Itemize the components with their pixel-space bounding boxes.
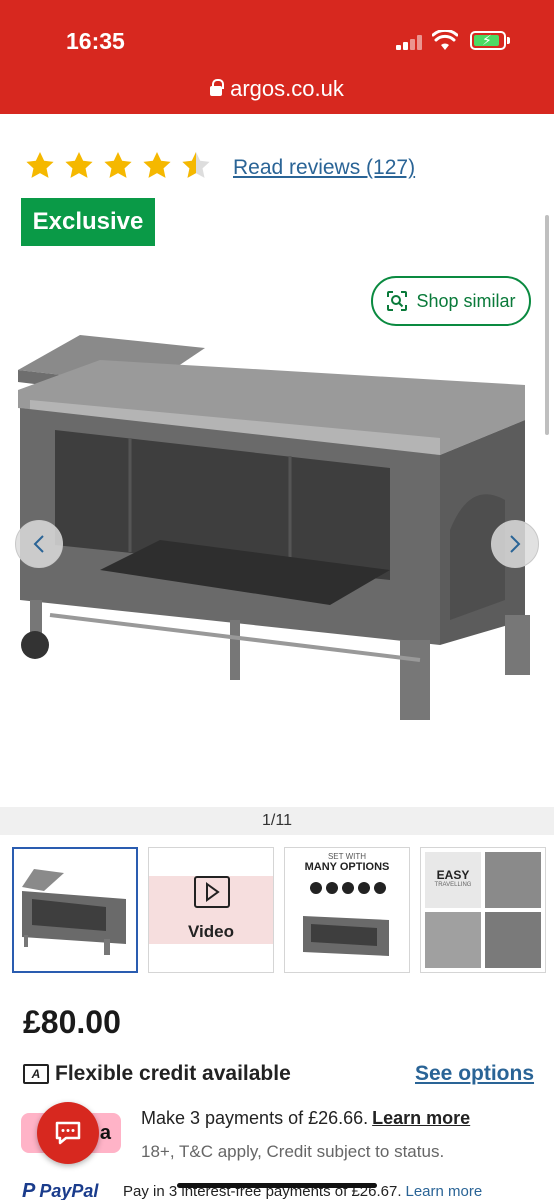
url-text: argos.co.uk: [230, 76, 344, 101]
play-icon: [194, 876, 230, 908]
klarna-offer: Make 3 payments of £26.66. Learn more: [141, 1108, 470, 1129]
shop-similar-button[interactable]: Shop similar: [371, 276, 531, 326]
klarna-terms: 18+, T&C apply, Credit subject to status…: [141, 1142, 445, 1161]
chevron-right-icon: [510, 535, 521, 553]
visual-search-icon: [387, 291, 408, 311]
next-image-button[interactable]: [491, 520, 539, 568]
klarna-learn-more-link[interactable]: Learn more: [372, 1108, 470, 1128]
wifi-icon: [432, 30, 458, 50]
star-icon: [104, 152, 132, 178]
thumbnail-strip: Video SET WITH MANY OPTIONS EASY TRAVELL…: [12, 847, 554, 973]
lock-icon: [210, 79, 225, 96]
feature-icons: [310, 882, 386, 894]
star-rating: [24, 150, 212, 182]
paypal-learn-more-link[interactable]: Learn more: [406, 1183, 483, 1200]
star-icon: [65, 152, 93, 178]
thumbnail-4[interactable]: EASY TRAVELLING: [420, 847, 546, 973]
status-time: 16:35: [66, 28, 125, 54]
previous-image-button[interactable]: [15, 520, 63, 568]
cot-thumbnail-image: [303, 916, 389, 956]
paypal-icon: P: [22, 1180, 36, 1200]
thumb-caption-small: SET WITH: [327, 852, 367, 861]
image-counter: 1/11: [0, 807, 554, 835]
video-label: Video: [188, 922, 234, 941]
half-star-icon: [182, 152, 210, 178]
paypal-logo-text: PayPal: [39, 1181, 99, 1200]
flexible-credit: A Flexible credit available: [23, 1062, 291, 1086]
see-options-link[interactable]: See options: [415, 1062, 534, 1086]
exclusive-badge: Exclusive: [21, 198, 155, 246]
thumb-caption-large: EASY: [436, 868, 470, 882]
star-icon: [26, 152, 54, 178]
thumbnail-video[interactable]: Video: [148, 847, 274, 973]
chat-button[interactable]: [37, 1102, 99, 1164]
star-icon: [143, 152, 171, 178]
thumb-caption-small: TRAVELLING: [434, 882, 472, 888]
paypal-logo: P PayPal: [22, 1180, 98, 1200]
cot-thumbnail-image: [22, 869, 126, 955]
url-bar[interactable]: argos.co.uk: [0, 76, 554, 102]
thumbnail-1[interactable]: [12, 847, 138, 973]
read-reviews-link[interactable]: Read reviews (127): [233, 156, 415, 180]
chevron-left-icon: [33, 535, 44, 553]
battery-icon: ⚡: [470, 31, 510, 50]
shop-similar-label: Shop similar: [416, 290, 516, 311]
thumbnail-3[interactable]: SET WITH MANY OPTIONS: [284, 847, 410, 973]
product-price: £80.00: [23, 1004, 121, 1040]
thumb-caption-large: MANY OPTIONS: [304, 861, 390, 873]
klarna-offer-text: Make 3 payments of £26.66.: [141, 1108, 369, 1128]
chat-icon: [55, 1121, 81, 1145]
product-image[interactable]: [0, 330, 554, 730]
home-indicator[interactable]: [177, 1183, 377, 1188]
flexible-credit-label: Flexible credit available: [55, 1062, 291, 1085]
credit-card-icon: A: [23, 1064, 49, 1084]
top-bar: 16:35 ⚡ argos.co.uk: [0, 0, 554, 114]
signal-icon: [396, 34, 424, 50]
